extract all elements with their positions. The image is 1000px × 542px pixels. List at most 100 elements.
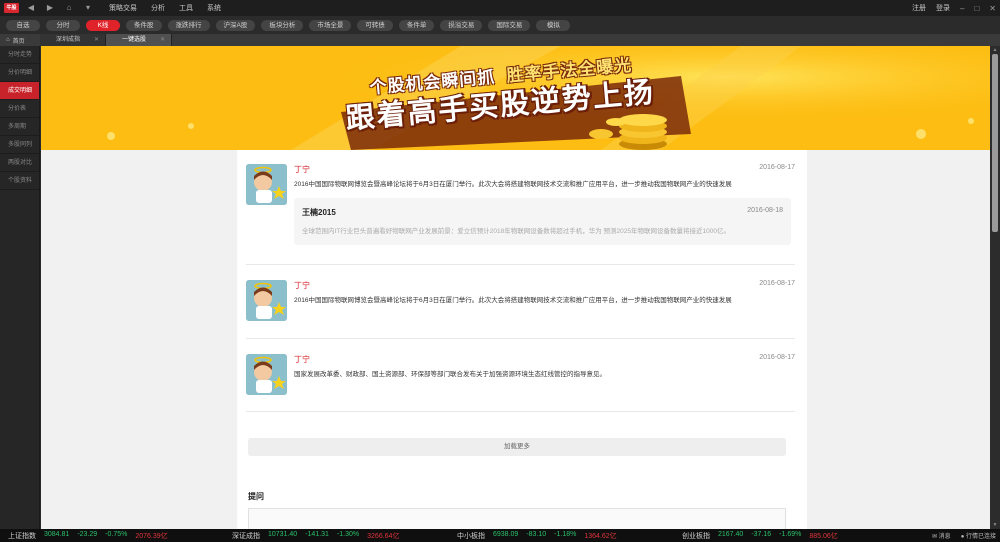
menu-analysis[interactable]: 分析 bbox=[151, 3, 165, 13]
left-sidebar: 分时走势 分价明细 成交明细 分价表 多周期 多股同列 两股对比 个股资料 bbox=[0, 46, 40, 529]
post-item: 丁宁 2016-08-17 2016中国国际物联网博览会暨高峰论坛将于6月3日在… bbox=[246, 280, 795, 325]
home-icon: ⌂ bbox=[6, 37, 10, 43]
scroll-thumb[interactable] bbox=[992, 54, 998, 232]
ticker-price: 3084.81 bbox=[44, 530, 70, 538]
messages-link[interactable]: ✉ 消息 bbox=[932, 531, 951, 540]
post-item: 丁宁 2016-08-17 2016中国国际物联网博览会暨高峰论坛将于6月3日在… bbox=[246, 164, 795, 264]
messages-label: 消息 bbox=[938, 534, 951, 540]
dropdown-icon[interactable]: ▾ bbox=[81, 2, 95, 14]
post-date: 2016-08-17 bbox=[759, 164, 795, 171]
sidebar-item-price-table[interactable]: 分价表 bbox=[0, 100, 39, 118]
menu-system[interactable]: 系统 bbox=[207, 3, 221, 13]
reply-box: 王楠2015 2016-08-18 全球范围内IT行业巨头普遍看好物联网产业发展… bbox=[294, 198, 791, 245]
ticker-name: 深证成指 bbox=[232, 532, 260, 540]
post-author[interactable]: 丁宁 bbox=[294, 354, 310, 365]
ticker-name: 中小板指 bbox=[457, 532, 485, 540]
scroll-down-icon[interactable]: ▼ bbox=[992, 522, 998, 528]
doc-tab-shenzhen[interactable]: 深圳成指 ✕ bbox=[40, 34, 107, 46]
home-tab[interactable]: ⌂ 首页 bbox=[0, 36, 40, 45]
ticker-item-shenzhen[interactable]: 深证成指 10731.40 -141.31 -1.30% 3266.64亿 bbox=[232, 531, 399, 541]
reply-date: 2016-08-18 bbox=[747, 207, 783, 214]
question-section-title: 提问 bbox=[248, 492, 264, 501]
ticker-amount: 1364.62亿 bbox=[584, 532, 617, 540]
post-item: 丁宁 2016-08-17 国家发展改革委、财政部、国土资源部、环保部等部门联合… bbox=[246, 354, 795, 399]
doc-tab-label: 深圳成指 bbox=[56, 37, 81, 43]
tab-market-overview[interactable]: 市场全景 bbox=[309, 19, 352, 31]
menu-bar: 牛股 ◀ ▶ ⌂ ▾ 策略交易 分析 工具 系统 注册 登录 – □ ✕ bbox=[0, 0, 1000, 16]
ticker-percent: -0.75% bbox=[105, 530, 128, 538]
post-date: 2016-08-17 bbox=[759, 280, 795, 287]
register-link[interactable]: 注册 bbox=[912, 3, 926, 13]
post-text: 国家发展改革委、财政部、国土资源部、环保部等部门联合发布关于加强资源环境生态红线… bbox=[294, 371, 606, 378]
document-tab-bar: ⌂ 首页 深圳成指 ✕ 一键选股 ✕ bbox=[0, 34, 1000, 46]
divider bbox=[246, 264, 795, 265]
login-link[interactable]: 登录 bbox=[936, 3, 950, 13]
tab-simulation[interactable]: 模拟 bbox=[536, 19, 571, 31]
sidebar-item-multi-stock[interactable]: 多股同列 bbox=[0, 136, 39, 154]
avatar[interactable] bbox=[246, 354, 287, 395]
home-tab-label: 首页 bbox=[12, 38, 25, 45]
tab-kline[interactable]: K线 bbox=[86, 19, 120, 31]
avatar[interactable] bbox=[246, 280, 287, 321]
ticker-name: 上证指数 bbox=[8, 532, 36, 540]
tab-international-trade[interactable]: 国际交易 bbox=[488, 19, 531, 31]
ticker-percent: -1.69% bbox=[779, 530, 802, 538]
forward-icon[interactable]: ▶ bbox=[43, 2, 57, 14]
doc-tab-stock-picker[interactable]: 一键选股 ✕ bbox=[106, 34, 173, 46]
avatar[interactable] bbox=[246, 164, 287, 205]
scroll-up-icon[interactable]: ▲ bbox=[992, 47, 998, 53]
vertical-scrollbar[interactable]: ▲ ▼ bbox=[990, 46, 1000, 529]
tab-ranking[interactable]: 涨跌排行 bbox=[167, 19, 210, 31]
maximize-icon[interactable]: □ bbox=[974, 4, 979, 13]
promo-banner[interactable]: 个股机会瞬间抓 胜率手法全曝光 跟着高手买股逆势上扬 bbox=[41, 46, 990, 150]
close-icon[interactable]: ✕ bbox=[94, 34, 99, 46]
load-more-button[interactable]: 加载更多 bbox=[248, 438, 786, 456]
connection-status: ● 行情已连接 bbox=[960, 534, 996, 540]
tab-condition-order[interactable]: 条件单 bbox=[398, 19, 435, 31]
post-author[interactable]: 丁宁 bbox=[294, 164, 310, 175]
function-tab-bar: 自选 分时 K线 条件股 涨跌排行 沪深A股 板块分析 市场全景 可转债 条件单… bbox=[0, 16, 1000, 34]
menu-strategy-trade[interactable]: 策略交易 bbox=[109, 3, 137, 13]
reply-author[interactable]: 王楠2015 bbox=[302, 207, 336, 218]
ticker-item-sme[interactable]: 中小板指 6938.09 -83.10 -1.18% 1364.62亿 bbox=[457, 531, 617, 541]
tab-condition-stock[interactable]: 条件股 bbox=[126, 19, 162, 31]
posts-card: 丁宁 2016-08-17 2016中国国际物联网博览会暨高峰论坛将于6月3日在… bbox=[237, 150, 807, 529]
close-icon[interactable]: ✕ bbox=[160, 34, 165, 46]
post-text: 2016中国国际物联网博览会暨高峰论坛将于6月3日在厦门举行。此次大会将搭建物联… bbox=[294, 297, 732, 304]
ticker-item-chinext[interactable]: 创业板指 2167.40 -37.16 -1.69% 885.06亿 bbox=[682, 531, 838, 541]
app-window: 牛股 ◀ ▶ ⌂ ▾ 策略交易 分析 工具 系统 注册 登录 – □ ✕ 自选 … bbox=[0, 0, 1000, 542]
sidebar-item-price-detail[interactable]: 分价明细 bbox=[0, 64, 39, 82]
home-icon[interactable]: ⌂ bbox=[62, 2, 76, 14]
ticker-percent: -1.18% bbox=[554, 530, 577, 538]
tab-watchlist[interactable]: 自选 bbox=[6, 19, 40, 31]
tab-intraday[interactable]: 分时 bbox=[46, 19, 80, 31]
sidebar-item-profile[interactable]: 个股资料 bbox=[0, 172, 39, 190]
back-icon[interactable]: ◀ bbox=[24, 2, 38, 14]
ticker-price: 10731.40 bbox=[268, 530, 298, 538]
tab-loss-trade[interactable]: 损溢交易 bbox=[440, 19, 483, 31]
divider bbox=[246, 338, 795, 339]
ticker-percent: -1.30% bbox=[336, 530, 360, 538]
minimize-icon[interactable]: – bbox=[960, 4, 964, 13]
main-content: 个股机会瞬间抓 胜率手法全曝光 跟着高手买股逆势上扬 丁宁 2016-08-17… bbox=[41, 46, 990, 529]
ticker-name: 创业板指 bbox=[682, 532, 710, 540]
ticker-item-shanghai[interactable]: 上证指数 3084.81 -23.29 -0.75% 2076.39亿 bbox=[8, 531, 168, 541]
ticker-price: 6938.09 bbox=[493, 530, 519, 538]
tab-a-shares[interactable]: 沪深A股 bbox=[215, 19, 256, 31]
menu-tools[interactable]: 工具 bbox=[179, 3, 193, 13]
ticker-amount: 885.06亿 bbox=[809, 532, 838, 540]
status-area: ✉ 消息 ● 行情已连接 bbox=[932, 531, 996, 540]
post-text: 2016中国国际物联网博览会暨高峰论坛将于6月3日在厦门举行。此次大会将搭建物联… bbox=[294, 181, 732, 188]
post-date: 2016-08-17 bbox=[759, 354, 795, 361]
post-author[interactable]: 丁宁 bbox=[294, 280, 310, 291]
tab-sector-analysis[interactable]: 板块分析 bbox=[261, 19, 304, 31]
sidebar-item-multi-period[interactable]: 多周期 bbox=[0, 118, 39, 136]
sidebar-item-compare[interactable]: 两股对比 bbox=[0, 154, 39, 172]
doc-tab-label: 一键选股 bbox=[122, 37, 147, 43]
tab-convertible-bond[interactable]: 可转债 bbox=[357, 19, 393, 31]
sidebar-item-trade-detail[interactable]: 成交明细 bbox=[0, 82, 39, 100]
sidebar-item-intraday[interactable]: 分时走势 bbox=[0, 46, 39, 64]
question-input[interactable] bbox=[248, 508, 786, 529]
close-icon[interactable]: ✕ bbox=[989, 4, 996, 13]
app-logo: 牛股 bbox=[4, 3, 19, 13]
